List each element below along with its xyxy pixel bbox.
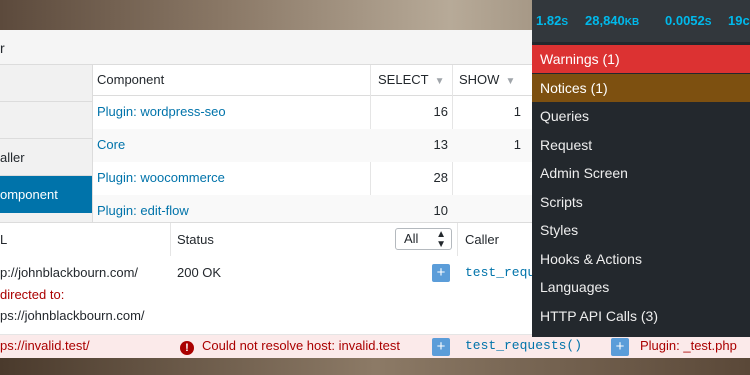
status-text: Could not resolve host: invalid.test <box>202 338 400 353</box>
request-url: ps://invalid.test/ <box>0 338 90 353</box>
menu-item-request[interactable]: Request <box>532 131 750 159</box>
select-count: 28 <box>433 170 448 185</box>
menu-item-http-api-calls[interactable]: HTTP API Calls (3) <box>532 302 750 330</box>
stat-unit: S <box>561 17 568 28</box>
status-text: 200 OK <box>177 265 222 280</box>
sort-icon[interactable]: ▼ <box>505 76 515 87</box>
component-link[interactable]: Plugin: woocommerce <box>97 170 225 185</box>
column-header-url: L <box>0 232 8 247</box>
stat-unit: KB <box>624 17 640 28</box>
menu-item-languages[interactable]: Languages <box>532 273 750 301</box>
expand-button[interactable]: + <box>432 338 450 356</box>
background-photo-bottom <box>0 355 750 375</box>
table-row: Core 13 1 <box>93 129 533 162</box>
redirect-label: directed to: <box>0 287 65 302</box>
select-count: 16 <box>433 104 448 119</box>
caller-link[interactable]: test_requests() <box>465 336 582 356</box>
expand-button[interactable]: + <box>432 264 450 282</box>
component-link[interactable]: Core <box>97 137 125 152</box>
sort-icon[interactable]: ▼ <box>435 76 445 87</box>
select-count: 13 <box>433 137 448 152</box>
panel-sidebar: aller omponent <box>0 65 100 222</box>
column-header-select[interactable]: SELECT ▼ <box>378 65 444 95</box>
stat-page-time: 1.82S <box>536 13 568 28</box>
stat-memory: 28,840KB <box>585 13 639 28</box>
menu-item-notices[interactable]: Notices (1) <box>532 74 750 102</box>
components-table: Component SELECT ▼ SHOW ▼ Plugin: wordpres… <box>92 65 533 222</box>
select-arrows-icon: ▲ ▼ <box>436 229 446 250</box>
status-filter-value: All <box>404 231 419 246</box>
stat-queries: 19c <box>728 13 750 28</box>
sidebar-item-caller[interactable]: aller <box>0 139 92 176</box>
panel-title: r <box>0 40 5 56</box>
table-row: Plugin: wordpress-seo 16 1 <box>93 96 533 129</box>
table-header: Component SELECT ▼ SHOW ▼ <box>93 65 533 96</box>
column-header-label: SELECT <box>378 72 429 87</box>
sidebar-item-component[interactable]: omponent <box>0 176 100 213</box>
menu-item-queries[interactable]: Queries <box>532 102 750 130</box>
table-row: Plugin: edit-flow 10 <box>93 195 533 222</box>
stat-query-time: 0.0052S <box>665 13 711 28</box>
sidebar-item-blank-2[interactable] <box>0 102 92 139</box>
component-link[interactable]: Plugin: wordpress-seo <box>97 104 226 119</box>
query-monitor-menu: 1.82S 28,840KB 0.0052S 19c Warnings (1) … <box>532 0 750 337</box>
stat-value: 0.0052 <box>665 13 705 28</box>
status-filter-select[interactable]: All ▲ ▼ <box>395 228 452 250</box>
query-monitor-panel: r aller omponent Component SELECT ▼ SHOW ▼… <box>0 30 533 222</box>
table-row-error: ps://invalid.test/ ! Could not resolve ho… <box>0 335 750 358</box>
menu-item-hooks-actions[interactable]: Hooks & Actions <box>532 245 750 273</box>
panel-titlebar: r <box>0 30 532 65</box>
menu-item-warnings[interactable]: Warnings (1) <box>532 45 750 73</box>
redirect-url: ps://johnblackbourn.com/ <box>0 308 145 323</box>
column-header-label: SHOW <box>459 72 500 87</box>
stat-unit: S <box>704 17 712 28</box>
sidebar-item-label: omponent <box>0 187 58 202</box>
request-url: p://johnblackbourn.com/ <box>0 265 139 280</box>
table-row: Plugin: woocommerce 28 <box>93 162 533 195</box>
column-header-status: Status <box>177 232 214 247</box>
status-cell: ! Could not resolve host: invalid.test <box>180 336 400 356</box>
menu-item-admin-screen[interactable]: Admin Screen <box>532 159 750 187</box>
admin-bar-stats[interactable]: 1.82S 28,840KB 0.0052S 19c <box>532 0 750 42</box>
sidebar-item-blank[interactable] <box>0 65 92 102</box>
menu-item-scripts[interactable]: Scripts <box>532 188 750 216</box>
show-count: 1 <box>513 104 521 119</box>
stat-value: 28,840 <box>585 13 625 28</box>
stat-value: 1.82 <box>536 13 562 28</box>
column-header-show[interactable]: SHOW ▼ <box>459 65 515 95</box>
menu-item-styles[interactable]: Styles <box>532 216 750 244</box>
sidebar-item-label: aller <box>0 150 25 165</box>
component-text: Plugin: _test.php <box>640 338 737 353</box>
expand-button[interactable]: + <box>611 338 629 356</box>
select-count: 10 <box>433 203 448 218</box>
column-header-caller: Caller <box>465 232 499 247</box>
component-link[interactable]: Plugin: edit-flow <box>97 203 189 218</box>
show-count: 1 <box>513 137 521 152</box>
error-icon: ! <box>180 341 194 355</box>
column-header-component: Component <box>97 72 165 87</box>
